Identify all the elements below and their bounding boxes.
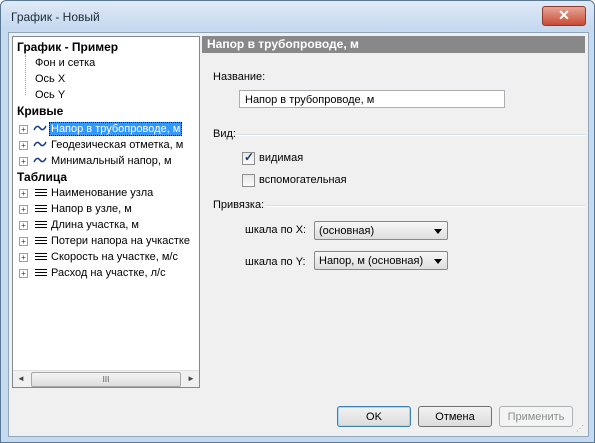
scroll-left-icon[interactable]: ◄ (16, 374, 26, 384)
tree-curve-2[interactable]: Минимальный напор, м (51, 153, 172, 169)
visible-label[interactable]: видимая (259, 152, 303, 164)
horizontal-scrollbar[interactable]: ◄ III ► (13, 370, 199, 387)
wave-icon (33, 157, 47, 163)
chevron-down-icon (434, 259, 442, 264)
tree-graph-header[interactable]: График - Пример (17, 39, 118, 55)
tree-table-item-2[interactable]: Длина участка, м (51, 217, 139, 233)
binding-separator (265, 205, 585, 207)
scale-y-label: шкала по Y: (245, 256, 306, 268)
auxiliary-label[interactable]: вспомогательная (259, 174, 347, 186)
tree-table-item-4[interactable]: Скорость на участке, м/с (51, 249, 178, 265)
expand-icon[interactable]: + (19, 157, 28, 166)
close-icon: ✕ (558, 7, 570, 23)
tree-curve-1[interactable]: Геодезическая отметка, м (51, 137, 183, 153)
scale-x-select[interactable]: (основная) (314, 221, 448, 240)
resize-grip-icon[interactable]: ⋰ (576, 424, 586, 434)
dialog-window: График - Новый ✕ График - Пример Фон и с… (0, 0, 595, 443)
chevron-down-icon (434, 229, 442, 234)
title-bar: График - Новый ✕ (1, 1, 594, 31)
tree-table-item-1[interactable]: Напор в узле, м (51, 201, 132, 217)
tree-curve-0[interactable]: Напор в трубопроводе, м (49, 121, 183, 137)
tree-item-axis-x[interactable]: Ось X (35, 71, 65, 87)
expand-icon[interactable]: + (19, 141, 28, 150)
expand-icon[interactable]: + (19, 253, 28, 262)
expand-icon[interactable]: + (19, 205, 28, 214)
check-icon: ✓ (244, 150, 255, 164)
dialog-client: График - Пример Фон и сетка Ось X Ось Y … (8, 32, 589, 437)
bars-icon (35, 221, 47, 229)
auxiliary-checkbox[interactable] (242, 174, 255, 187)
bars-icon (35, 237, 47, 245)
cancel-button[interactable]: Отмена (418, 406, 492, 427)
tree-table-item-0[interactable]: Наименование узла (51, 185, 153, 201)
bars-icon (35, 269, 47, 277)
view-label: Вид: (213, 128, 236, 140)
tree-view[interactable]: График - Пример Фон и сетка Ось X Ось Y … (12, 36, 200, 388)
tree-table-header[interactable]: Таблица (17, 169, 67, 185)
name-input[interactable]: Напор в трубопроводе, м (239, 90, 505, 108)
tree-item-background[interactable]: Фон и сетка (35, 55, 95, 71)
name-label: Название: (213, 71, 266, 83)
expand-icon[interactable]: + (19, 125, 28, 134)
apply-button[interactable]: Применить (499, 406, 573, 427)
expand-icon[interactable]: + (19, 269, 28, 278)
bars-icon (35, 253, 47, 261)
scale-y-value: Напор, м (основная) (319, 255, 424, 267)
tree-table-item-5[interactable]: Расход на участке, л/с (51, 265, 166, 281)
binding-label: Привязка: (213, 199, 265, 211)
ok-button[interactable]: OK (337, 406, 411, 427)
visible-checkbox[interactable]: ✓ (242, 150, 255, 165)
window-title: График - Новый (11, 10, 100, 24)
scale-x-label: шкала по X: (245, 224, 307, 236)
selected-curve-label[interactable]: Напор в трубопроводе, м (49, 122, 183, 136)
tree-curves-header[interactable]: Кривые (17, 103, 63, 119)
bars-icon (35, 205, 47, 213)
tree-connector (25, 55, 26, 95)
scale-y-select[interactable]: Напор, м (основная) (314, 251, 448, 270)
panel-header: Напор в трубопроводе, м (202, 36, 585, 53)
close-button[interactable]: ✕ (542, 6, 586, 26)
tree-table-item-3[interactable]: Потери напора на учкастке (51, 233, 190, 249)
expand-icon[interactable]: + (19, 221, 28, 230)
expand-icon[interactable]: + (19, 189, 28, 198)
scroll-right-icon[interactable]: ► (186, 374, 196, 384)
tree-item-axis-y[interactable]: Ось Y (35, 87, 65, 103)
wave-icon (33, 125, 47, 131)
scroll-thumb[interactable]: III (31, 372, 181, 387)
view-separator (235, 134, 585, 136)
wave-icon (33, 141, 47, 147)
expand-icon[interactable]: + (19, 237, 28, 246)
scale-x-value: (основная) (319, 225, 375, 237)
bars-icon (35, 189, 47, 197)
